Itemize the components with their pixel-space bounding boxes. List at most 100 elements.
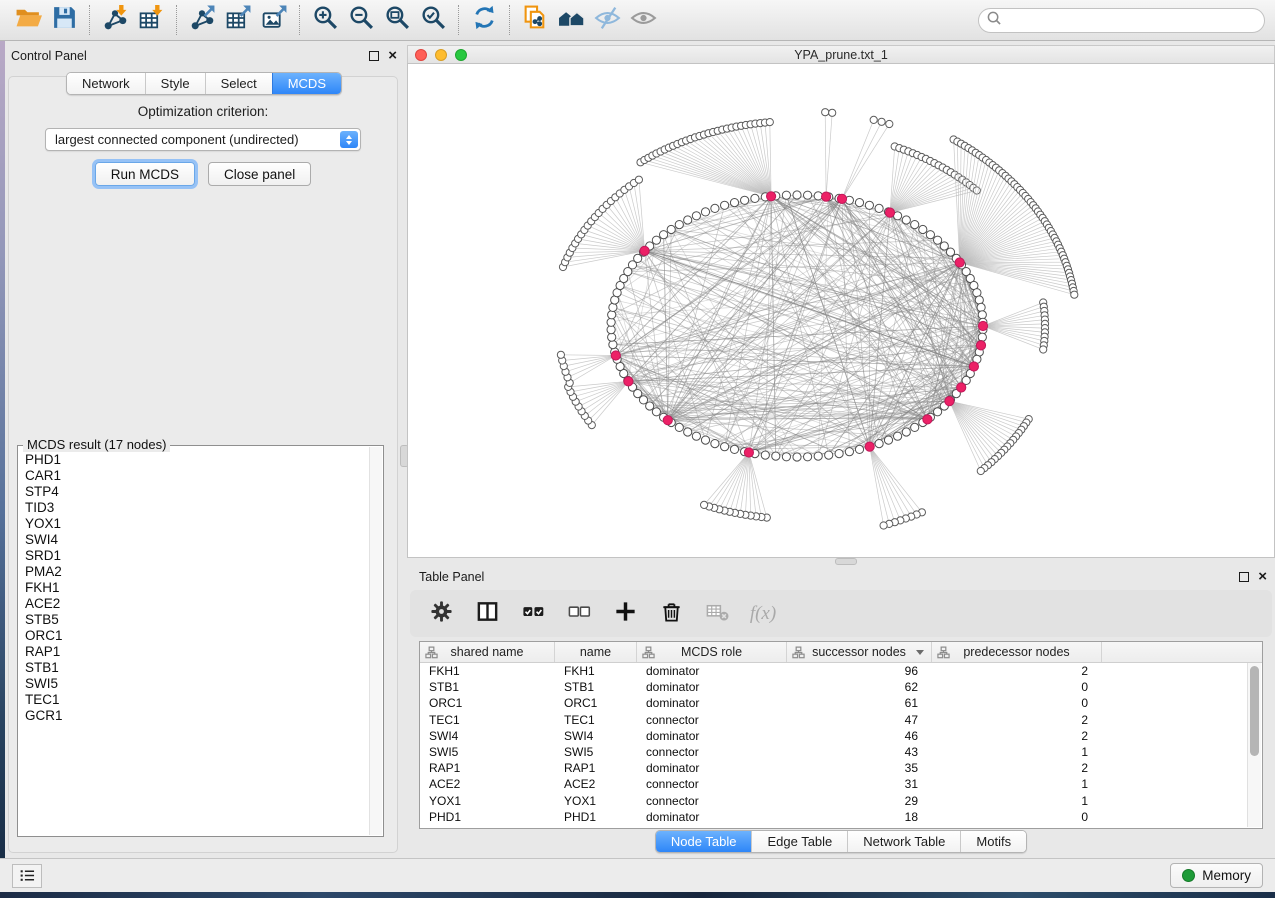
network-node[interactable]: [782, 453, 790, 461]
network-node[interactable]: [875, 204, 883, 212]
cell-successor-nodes[interactable]: 18: [787, 810, 932, 824]
network-canvas[interactable]: [407, 63, 1275, 558]
network-node[interactable]: [692, 432, 700, 440]
show-columns-button[interactable]: [472, 599, 502, 629]
network-node[interactable]: [814, 452, 822, 460]
network-node[interactable]: [607, 318, 615, 326]
cell-name[interactable]: RAP1: [555, 761, 637, 775]
table-tab-edge-table[interactable]: Edge Table: [751, 831, 847, 852]
mcds-result-item[interactable]: SRD1: [25, 548, 368, 564]
mcds-result-item[interactable]: STP4: [25, 484, 368, 500]
dominator-node[interactable]: [624, 377, 633, 386]
delete-columns-button[interactable]: [656, 599, 686, 629]
close-panel-icon[interactable]: ×: [388, 51, 397, 61]
export-image-button[interactable]: [256, 4, 292, 36]
cell-predecessor-nodes[interactable]: 0: [932, 680, 1102, 694]
network-node[interactable]: [701, 208, 709, 216]
column-header-mcds-role[interactable]: MCDS role: [637, 642, 787, 662]
cell-predecessor-nodes[interactable]: 1: [932, 794, 1102, 808]
table-row[interactable]: YOX1YOX1connector291: [420, 793, 1247, 809]
dominator-node[interactable]: [976, 341, 985, 350]
cell-shared-name[interactable]: YOX1: [420, 794, 555, 808]
network-node[interactable]: [855, 199, 863, 207]
cell-mcds-role[interactable]: connector: [637, 745, 787, 759]
cell-predecessor-nodes[interactable]: 2: [932, 729, 1102, 743]
network-node[interactable]: [692, 212, 700, 220]
cell-name[interactable]: STB1: [555, 680, 637, 694]
table-tab-motifs[interactable]: Motifs: [960, 831, 1026, 852]
cell-successor-nodes[interactable]: 96: [787, 664, 932, 678]
mcds-result-item[interactable]: STB5: [25, 612, 368, 628]
mcds-result-item[interactable]: SWI5: [25, 676, 368, 692]
network-node[interactable]: [902, 428, 910, 436]
cell-mcds-role[interactable]: dominator: [637, 729, 787, 743]
cell-name[interactable]: SWI5: [555, 745, 637, 759]
task-history-button[interactable]: [12, 864, 42, 888]
cell-successor-nodes[interactable]: 61: [787, 696, 932, 710]
fan-node[interactable]: [557, 351, 564, 358]
network-node[interactable]: [919, 225, 927, 233]
network-node[interactable]: [865, 201, 873, 209]
zoom-out-button[interactable]: [343, 4, 379, 36]
import-network-button[interactable]: [97, 4, 133, 36]
table-row[interactable]: TEC1TEC1connector472: [420, 712, 1247, 728]
tab-network[interactable]: Network: [67, 73, 145, 94]
optimization-criterion-select[interactable]: largest connected component (undirected): [45, 128, 361, 151]
network-node[interactable]: [741, 196, 749, 204]
network-node[interactable]: [793, 453, 801, 461]
network-node[interactable]: [926, 231, 934, 239]
network-node[interactable]: [608, 311, 616, 319]
network-node[interactable]: [711, 204, 719, 212]
fan-node[interactable]: [878, 118, 885, 125]
mcds-result-item[interactable]: CAR1: [25, 468, 368, 484]
select-all-button[interactable]: [518, 599, 548, 629]
dominator-node[interactable]: [837, 194, 846, 203]
network-node[interactable]: [730, 445, 738, 453]
cell-name[interactable]: SWI4: [555, 729, 637, 743]
cell-predecessor-nodes[interactable]: 2: [932, 713, 1102, 727]
float-panel-icon[interactable]: [369, 51, 379, 61]
network-node[interactable]: [934, 236, 942, 244]
fan-node[interactable]: [870, 116, 877, 123]
cell-successor-nodes[interactable]: 35: [787, 761, 932, 775]
column-header-predecessor-nodes[interactable]: predecessor nodes: [932, 642, 1102, 662]
dominator-node[interactable]: [744, 448, 753, 457]
fan-node[interactable]: [701, 501, 708, 508]
fan-node[interactable]: [822, 109, 829, 116]
network-node[interactable]: [608, 333, 616, 341]
table-tab-node-table[interactable]: Node Table: [656, 831, 752, 852]
column-header-shared-name[interactable]: shared name: [420, 642, 555, 662]
network-node[interactable]: [646, 402, 654, 410]
cell-shared-name[interactable]: SWI4: [420, 729, 555, 743]
table-row[interactable]: ACE2ACE2connector311: [420, 776, 1247, 792]
network-node[interactable]: [761, 451, 769, 459]
mcds-result-item[interactable]: RAP1: [25, 644, 368, 660]
network-node[interactable]: [855, 445, 863, 453]
network-node[interactable]: [652, 408, 660, 416]
mcds-result-item[interactable]: FKH1: [25, 580, 368, 596]
network-node[interactable]: [730, 199, 738, 207]
cell-shared-name[interactable]: SWI5: [420, 745, 555, 759]
table-scrollbar[interactable]: [1247, 663, 1261, 827]
dominator-node[interactable]: [663, 416, 672, 425]
fan-node[interactable]: [1071, 291, 1078, 298]
tab-select[interactable]: Select: [205, 73, 272, 94]
cell-successor-nodes[interactable]: 62: [787, 680, 932, 694]
cell-mcds-role[interactable]: dominator: [637, 680, 787, 694]
network-node[interactable]: [977, 303, 985, 311]
close-table-panel-icon[interactable]: ×: [1258, 572, 1267, 582]
zoom-selected-button[interactable]: [415, 4, 451, 36]
memory-button[interactable]: Memory: [1170, 863, 1263, 888]
network-node[interactable]: [793, 191, 801, 199]
network-node[interactable]: [845, 448, 853, 456]
dominator-node[interactable]: [885, 208, 894, 217]
table-row[interactable]: FKH1FKH1dominator962: [420, 663, 1247, 679]
cell-shared-name[interactable]: TEC1: [420, 713, 555, 727]
dominator-node[interactable]: [611, 351, 620, 360]
show-all-button[interactable]: [625, 4, 661, 36]
column-header-successor-nodes[interactable]: successor nodes: [787, 642, 932, 662]
zoom-in-button[interactable]: [307, 4, 343, 36]
first-neighbors-button[interactable]: [553, 4, 589, 36]
cell-successor-nodes[interactable]: 29: [787, 794, 932, 808]
fan-node[interactable]: [829, 109, 836, 116]
